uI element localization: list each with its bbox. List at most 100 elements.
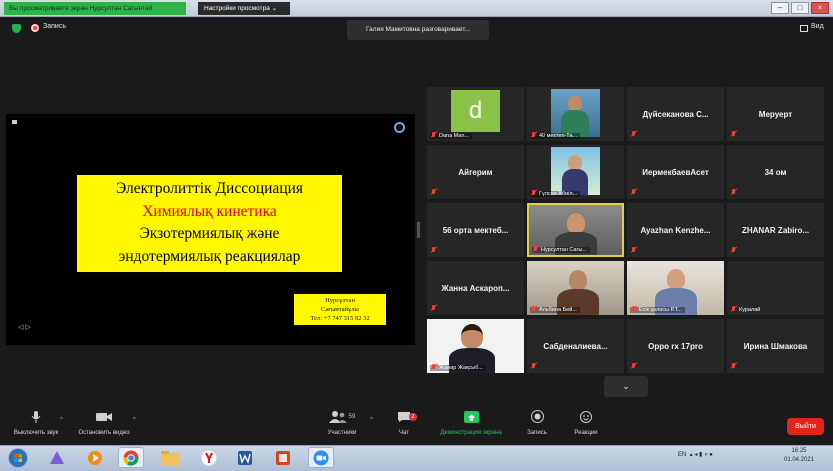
language-indicator[interactable]: EN [678, 452, 686, 458]
participant-tile[interactable]: Oppo rx 17pro [627, 319, 724, 373]
participants-icon [328, 410, 347, 423]
windows-start-icon[interactable] [6, 447, 30, 468]
participant-tile[interactable]: ZHANAR Zabiro... [727, 203, 824, 257]
participants-button[interactable]: 59 Участники [320, 409, 364, 436]
muted-mic-icon [531, 363, 537, 369]
participant-tile[interactable]: Сабденалиева... [527, 319, 624, 373]
stop-video-button[interactable]: Остановить видео [72, 409, 136, 436]
muted-mic-icon [731, 306, 737, 312]
participant-name: ZHANAR Zabiro... [741, 225, 810, 235]
zoom-window: Вы просматриваете экран Нурсултан Сагынт… [0, 0, 833, 471]
muted-mic-icon [531, 190, 537, 196]
participant-tile[interactable]: Альбина Бей... [527, 261, 624, 315]
participant-name: Гүлсая Абиіл... [530, 190, 581, 197]
muted-mic-icon [631, 189, 637, 195]
minimize-button[interactable]: – [771, 2, 789, 14]
participant-tile[interactable]: Ирина Шмакова [727, 319, 824, 373]
participant-tile[interactable]: ИермекбаевАсет [627, 145, 724, 199]
gallery-next-page-button[interactable]: ⌄ [604, 376, 648, 397]
yandex-browser-icon[interactable] [196, 447, 222, 468]
participant-tile[interactable]: Гүлсая Абиіл... [527, 145, 624, 199]
participant-name: Dana Man... [430, 132, 472, 139]
zoom-taskbar-icon[interactable] [308, 447, 334, 468]
participant-tile[interactable]: Айгерим [427, 145, 524, 199]
participant-tile[interactable]: Дүйсеканова С... [627, 87, 724, 141]
view-options-dropdown[interactable]: Настройки просмотра ⌄ [198, 2, 290, 15]
slide-navigation[interactable]: ◁ ▷ [18, 323, 31, 331]
panel-splitter[interactable] [417, 222, 420, 238]
recording-icon[interactable] [31, 24, 39, 32]
participants-count: 59 [348, 413, 356, 420]
media-player-icon[interactable] [82, 447, 108, 468]
muted-mic-icon [631, 131, 637, 137]
slide-title-box: Электролиттік Диссоциация Химиялық кинет… [77, 175, 342, 272]
muted-mic-icon [631, 247, 637, 253]
participant-tile-active-speaker[interactable]: Нурсултан Сағы... [527, 203, 624, 257]
muted-mic-icon [631, 306, 637, 312]
participant-tile[interactable]: 56 орта мектеб... [427, 203, 524, 257]
muted-mic-icon [731, 363, 737, 369]
participant-video [551, 89, 600, 137]
system-clock[interactable]: 16:25 01.04.2021 [784, 447, 814, 465]
muted-mic-icon [431, 364, 437, 370]
participant-name: ИермекбаевАсет [642, 167, 709, 177]
muted-mic-icon [431, 189, 437, 195]
participant-tile[interactable]: Есік қаласы Р.Т... [627, 261, 724, 315]
video-options-caret-icon[interactable]: ^ [133, 417, 136, 423]
reactions-smiley-icon [579, 411, 592, 423]
participant-tile[interactable]: Куралай [727, 261, 824, 315]
share-screen-label: Демонстрация экрана [440, 430, 502, 436]
clock-time: 16:25 [791, 448, 807, 454]
active-speaker-toast: Галия Мамитовна разговаривает... [347, 20, 489, 40]
muted-mic-icon [631, 363, 637, 369]
muted-mic-icon [431, 247, 437, 253]
maximize-button[interactable]: □ [791, 2, 809, 14]
window-menu-icon[interactable] [12, 120, 17, 124]
participant-tile[interactable]: Жанна Аскароп... [427, 261, 524, 315]
audio-options-caret-icon[interactable]: ^ [60, 417, 63, 423]
participant-tile[interactable]: Меруерт [727, 87, 824, 141]
system-tray[interactable]: EN ▴ ◂ ▮ ◖ ● [678, 451, 713, 458]
muted-mic-icon [531, 132, 537, 138]
view-button[interactable]: Вид [811, 23, 824, 30]
participant-tile[interactable]: Жанар Жақсыб... [427, 319, 524, 373]
muted-mic-icon [431, 305, 437, 311]
participants-label: Участники [327, 430, 357, 436]
slide-line: Экзотермиялық және [139, 225, 280, 242]
participant-name: Ирина Шмакова [743, 341, 808, 351]
participant-name: Дүйсеканова С... [642, 109, 709, 119]
participant-name: Сабденалиева... [543, 341, 608, 351]
participant-tile[interactable]: 34 ом [727, 145, 824, 199]
participant-tile[interactable]: d Dana Man... [427, 87, 524, 141]
stop-video-label: Остановить видео [78, 430, 130, 436]
recording-label: Запись [43, 23, 66, 30]
taskbar-app-icon[interactable] [44, 447, 70, 468]
close-button[interactable]: × [811, 2, 829, 14]
file-explorer-icon[interactable] [157, 447, 183, 468]
share-screen-button[interactable]: Демонстрация экрана [430, 409, 512, 436]
participants-options-caret-icon[interactable]: ^ [370, 417, 373, 423]
participant-name: Ayazhan Kenzhe... [640, 225, 711, 235]
muted-mic-icon [731, 131, 737, 137]
record-button[interactable]: Запись [522, 409, 552, 436]
participant-name: Нурсултан Сағы... [532, 246, 591, 253]
author-surname: Сағынтайұлы [321, 306, 359, 313]
slide-line: эндотермиялық реакциялар [118, 247, 301, 265]
slide-line: Электролиттік Диссоциация [115, 180, 304, 197]
participant-name: Жанар Жақсыб... [430, 364, 486, 371]
record-label: Запись [527, 430, 547, 436]
participant-tile[interactable]: 40 мектеп-Та... [527, 87, 624, 141]
shield-icon[interactable] [12, 24, 21, 33]
participant-tile[interactable]: Ayazhan Kenzhe... [627, 203, 724, 257]
reactions-button[interactable]: Реакции [568, 409, 604, 436]
word-icon[interactable] [232, 447, 258, 468]
participant-name: Альбина Бей... [530, 306, 580, 313]
mute-button[interactable]: Выключить звук [7, 409, 65, 436]
grid-view-icon[interactable] [800, 25, 808, 32]
record-icon [530, 410, 544, 423]
reactions-label: Реакции [574, 430, 598, 436]
chrome-icon[interactable] [118, 447, 144, 468]
leave-meeting-button[interactable]: Выйти [787, 418, 824, 435]
participant-video [551, 147, 600, 195]
powerpoint-icon[interactable] [270, 447, 296, 468]
